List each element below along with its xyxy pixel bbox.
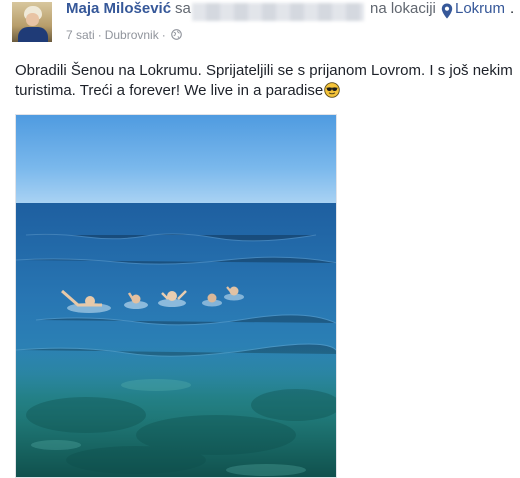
location-prefix-label: na lokaciji — [370, 0, 436, 17]
map-pin-icon — [441, 3, 453, 19]
sunglasses-emoji-icon — [324, 82, 340, 98]
redacted-tagged-names — [192, 3, 364, 21]
location-link[interactable]: Lokrum — [455, 0, 505, 17]
meta-separator: · — [97, 27, 102, 42]
sea-swimmers-photo — [16, 115, 336, 477]
post-text-line: turistima. Treći a forever! We live in a… — [15, 81, 520, 101]
avatar[interactable] — [12, 2, 52, 42]
post-text: Obradili Šenou na Lokrumu. Sprijateljili… — [15, 61, 520, 101]
post-text-line: Obradili Šenou na Lokrumu. Sprijateljili… — [15, 62, 513, 79]
with-label: sa — [175, 0, 191, 17]
facebook-post: Maja Milošević sa na lokaciji Lokrum . 7… — [0, 0, 520, 478]
header-period: . — [510, 0, 515, 17]
meta-separator: · — [161, 27, 166, 42]
place-link[interactable]: Dubrovnik — [105, 28, 159, 42]
timestamp-link[interactable]: 7 sati — [66, 28, 95, 42]
post-meta: 7 sati · Dubrovnik · — [66, 27, 182, 42]
globe-icon[interactable] — [170, 29, 182, 41]
post-text-fragment: turistima. Treći a forever! We live in a… — [15, 82, 324, 99]
post-photo[interactable] — [15, 114, 337, 478]
author-name-link[interactable]: Maja Milošević — [66, 0, 171, 17]
